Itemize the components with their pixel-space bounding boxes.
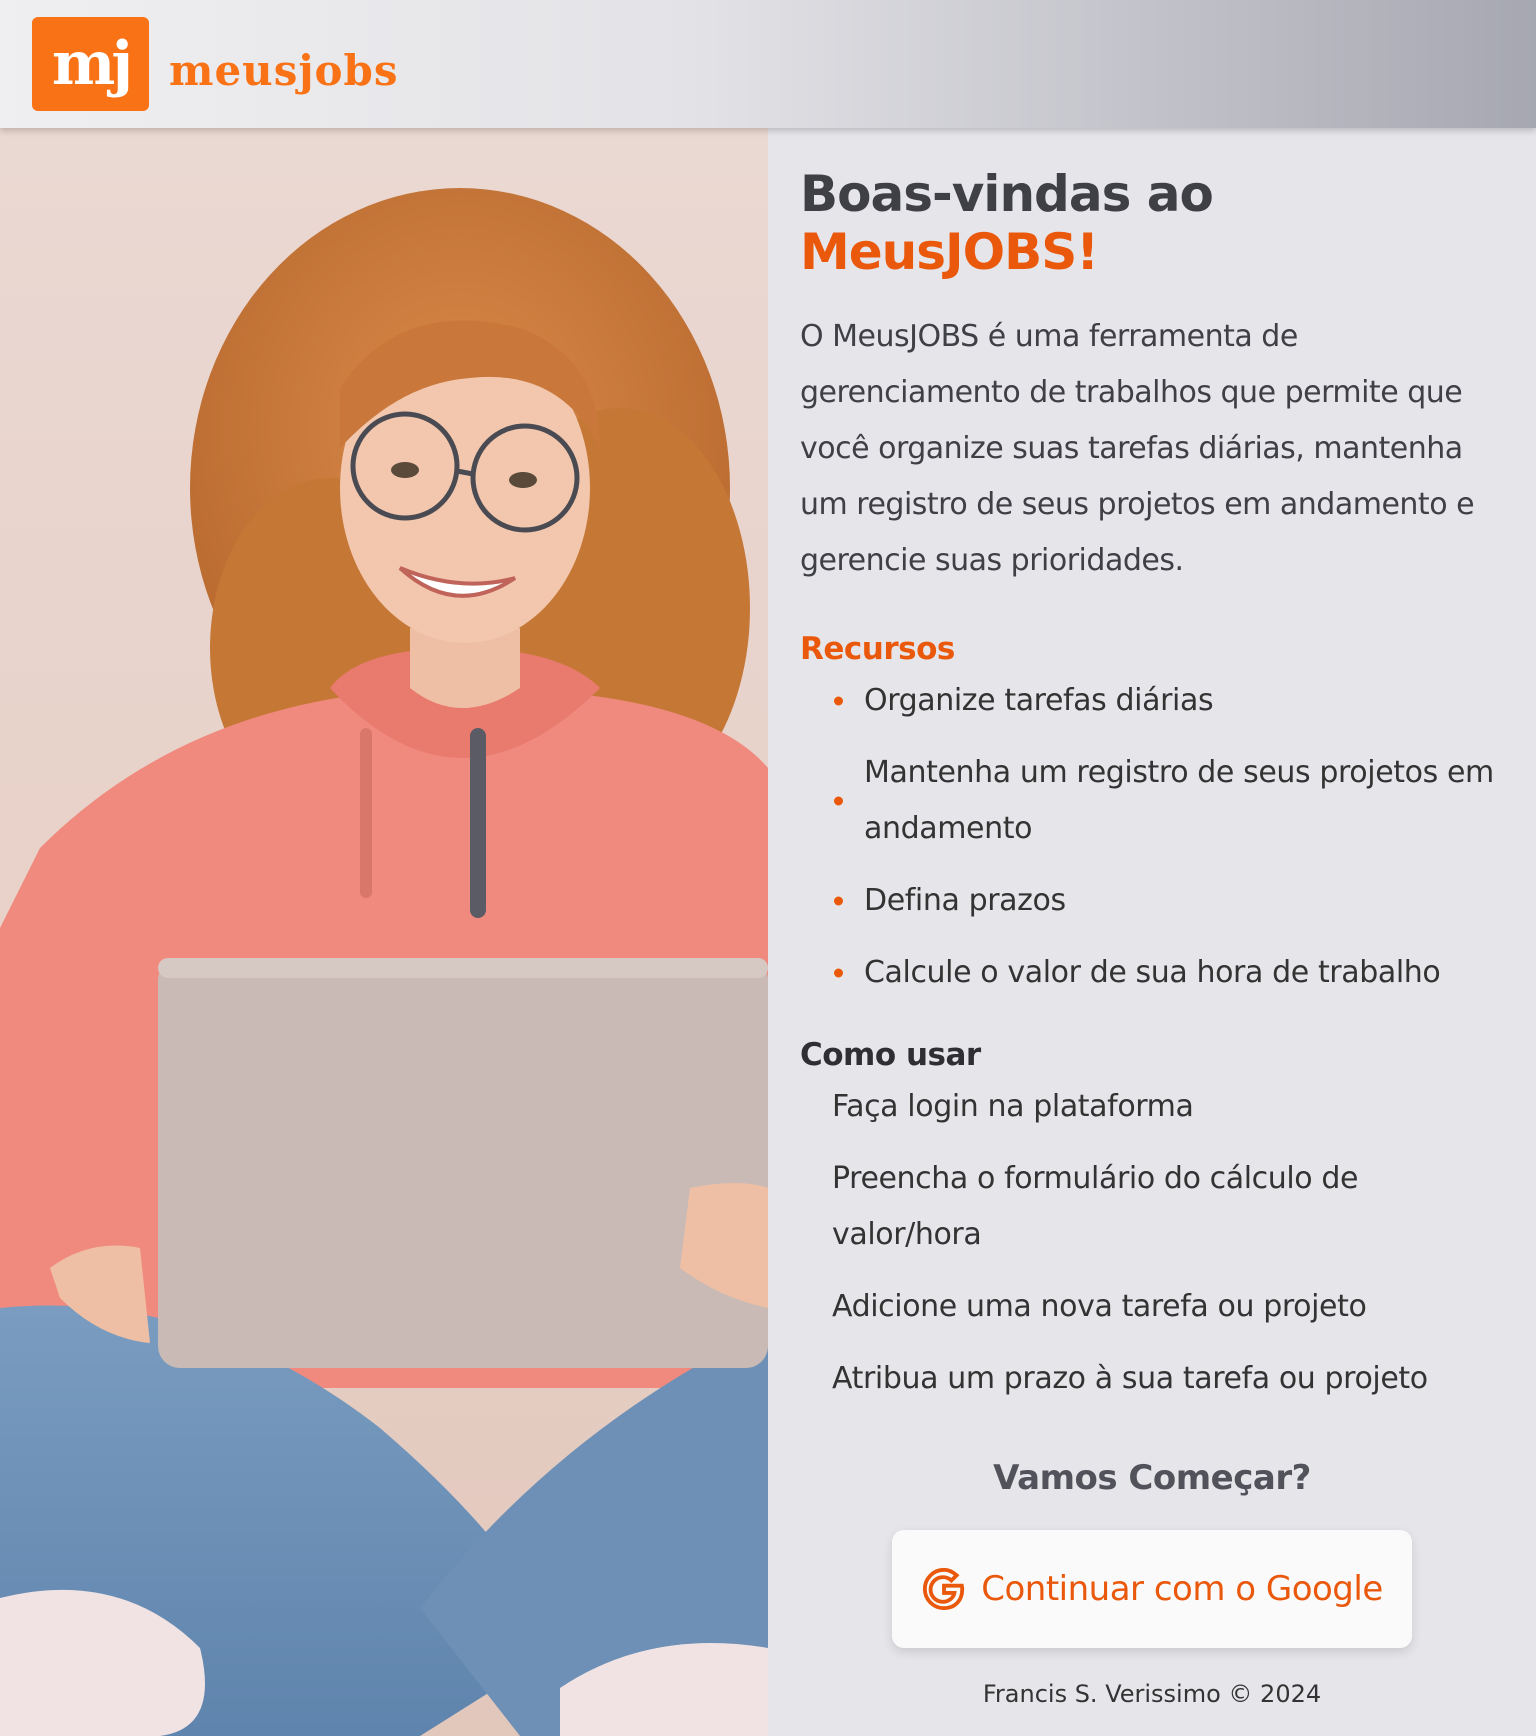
bullet-icon [834,896,843,906]
feature-item: Defina prazos [800,873,1504,929]
logo-text: meusjobs [169,45,399,95]
cta-section: Vamos Começar? [768,1458,1536,1498]
howto-item: Preencha o formulário do cálculo de valo… [832,1161,1359,1252]
intro-text: O MeusJOBS é uma ferramenta de gerenciam… [800,319,1475,578]
howto-item: Adicione uma nova tarefa ou projeto [832,1289,1367,1324]
hero-image [0,128,768,1736]
top-header: mj meusjobs [0,0,1536,128]
feature-item-label: Organize tarefas diárias [864,683,1214,718]
google-login-label: Continuar com o Google [981,1569,1383,1609]
bullet-icon [834,696,843,706]
features-list: Organize tarefas diárias Mantenha um reg… [800,673,1504,1001]
cta-title: Vamos Começar? [993,1458,1311,1498]
welcome-title-prefix: Boas-vindas ao [800,165,1214,223]
footer-credit: Francis S. Verissimo © 2024 [982,1680,1322,1708]
welcome-panel: Boas-vindas ao MeusJOBS! O MeusJOBS é um… [768,128,1536,1736]
feature-item-label: Mantenha um registro de seus projetos em… [864,755,1494,846]
howto-list: Faça login na plataforma Preencha o form… [800,1079,1504,1407]
feature-item-label: Defina prazos [864,883,1066,918]
welcome-title: Boas-vindas ao MeusJOBS! [800,165,1504,281]
feature-item: Mantenha um registro de seus projetos em… [800,745,1504,857]
bullet-icon [834,796,843,806]
howto-item: Faça login na plataforma [832,1089,1194,1124]
howto-heading: Como usar [800,1037,981,1073]
feature-item: Organize tarefas diárias [800,673,1504,729]
bullet-icon [834,968,843,978]
google-login-button[interactable]: Continuar com o Google [892,1530,1412,1648]
feature-item-label: Calcule o valor de sua hora de trabalho [864,955,1441,990]
logo[interactable]: mj meusjobs [32,17,399,111]
welcome-title-brand: MeusJOBS! [800,222,1099,281]
google-g-icon [923,1567,965,1611]
feature-item: Calcule o valor de sua hora de trabalho [800,945,1504,1001]
features-heading: Recursos [800,631,955,667]
howto-item: Atribua um prazo à sua tarefa ou projeto [832,1361,1428,1396]
logo-mark: mj [32,17,149,111]
